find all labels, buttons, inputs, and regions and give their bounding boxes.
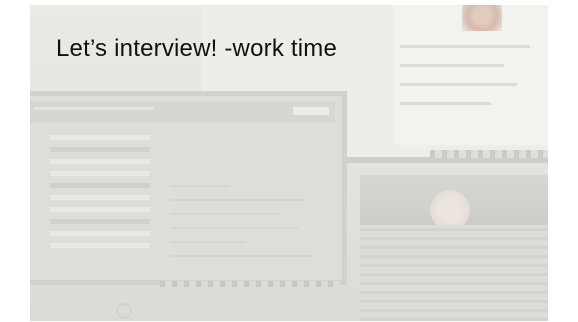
slide-title: Let’s interview! -work time	[56, 35, 338, 62]
slide: Let’s interview! -work time	[30, 5, 548, 321]
